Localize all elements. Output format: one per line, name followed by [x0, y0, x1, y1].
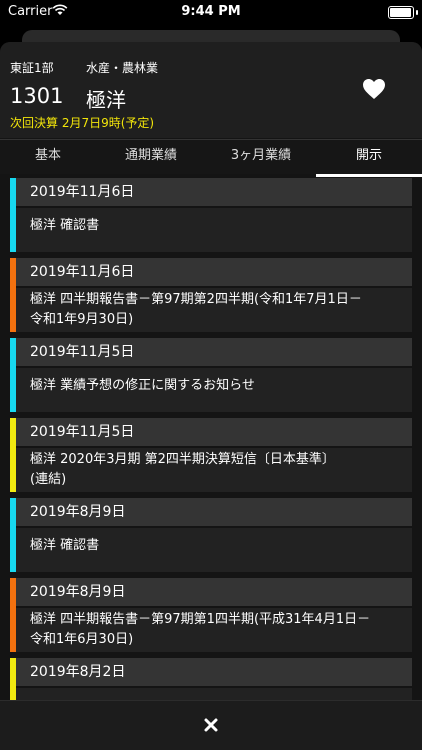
tab-quarterly-results[interactable]: 3ヶ月業績	[206, 140, 316, 174]
stock-sheet: 東証1部 水産・農林業 1301 極洋 次回決算 2月7日9時(予定) 基本 通…	[0, 42, 422, 750]
bottom-bar	[0, 700, 422, 750]
tab-bar: 基本 通期業績 3ヶ月業績 開示	[0, 139, 422, 177]
disclosure-title: 極洋 確認書	[16, 208, 412, 252]
disclosure-title-line: 極洋 四半期報告書－第97期第1四半期(平成31年4月1日－	[30, 612, 371, 627]
disclosure-title-line: 令和1年6月30日)	[30, 632, 134, 647]
disclosure-date: 2019年11月5日	[16, 338, 412, 366]
clock: 9:44 PM	[181, 4, 241, 19]
disclosure-date: 2019年8月9日	[16, 578, 412, 606]
stock-code: 1301	[10, 84, 64, 108]
close-icon[interactable]	[203, 717, 219, 733]
battery-icon	[388, 6, 414, 19]
disclosure-date: 2019年11月6日	[16, 178, 412, 206]
disclosure-title-line: 極洋 確認書	[30, 218, 100, 233]
tab-annual-results[interactable]: 通期業績	[96, 140, 206, 174]
disclosure-title-line: 極洋 業績予想の修正に関するお知らせ	[30, 378, 255, 393]
disclosure-date: 2019年8月9日	[16, 498, 412, 526]
disclosure-date: 2019年8月2日	[16, 658, 412, 686]
disclosure-item[interactable]: 2019年11月6日 極洋 四半期報告書－第97期第2四半期(令和1年7月1日－…	[10, 258, 412, 332]
sector-label: 水産・農林業	[86, 61, 159, 75]
stock-header: 東証1部 水産・農林業 1301 極洋 次回決算 2月7日9時(予定)	[0, 42, 422, 138]
heart-icon[interactable]	[362, 78, 386, 100]
disclosure-title: 極洋 確認書	[16, 528, 412, 572]
disclosure-title-line: 極洋 確認書	[30, 538, 100, 553]
disclosure-title: 極洋 業績予想の修正に関するお知らせ	[16, 368, 412, 412]
disclosure-item[interactable]: 2019年11月5日 極洋 2020年3月期 第2四半期決算短信〔日本基準〕 (…	[10, 418, 412, 492]
disclosure-item[interactable]: 2019年8月9日 極洋 確認書	[10, 498, 412, 572]
tab-basic[interactable]: 基本	[0, 140, 96, 174]
disclosure-title-line: 令和1年9月30日)	[30, 312, 134, 327]
stock-name: 極洋	[86, 88, 126, 112]
disclosure-item[interactable]: 2019年8月9日 極洋 四半期報告書－第97期第1四半期(平成31年4月1日－…	[10, 578, 412, 652]
market-label: 東証1部	[10, 61, 54, 75]
tab-disclosure[interactable]: 開示	[316, 140, 422, 177]
next-earnings: 次回決算 2月7日9時(予定)	[10, 116, 155, 130]
battery-tip	[416, 10, 418, 15]
disclosure-title-line: 極洋 2020年3月期 第2四半期決算短信〔日本基準〕	[30, 452, 335, 467]
disclosure-item[interactable]: 2019年11月5日 極洋 業績予想の修正に関するお知らせ	[10, 338, 412, 412]
disclosure-title-line: 極洋 四半期報告書－第97期第2四半期(令和1年7月1日－	[30, 292, 362, 307]
disclosure-date: 2019年11月5日	[16, 418, 412, 446]
disclosure-title: 極洋 2020年3月期 第2四半期決算短信〔日本基準〕 (連結)	[16, 448, 412, 492]
disclosure-title-line: (連結)	[30, 472, 67, 487]
status-bar: Carrier 9:44 PM	[0, 0, 422, 26]
disclosure-title: 極洋 四半期報告書－第97期第1四半期(平成31年4月1日－ 令和1年6月30日…	[16, 608, 412, 652]
disclosure-item[interactable]: 2019年11月6日 極洋 確認書	[10, 178, 412, 252]
disclosure-title: 極洋 四半期報告書－第97期第2四半期(令和1年7月1日－ 令和1年9月30日)	[16, 288, 412, 332]
disclosure-date: 2019年11月6日	[16, 258, 412, 286]
